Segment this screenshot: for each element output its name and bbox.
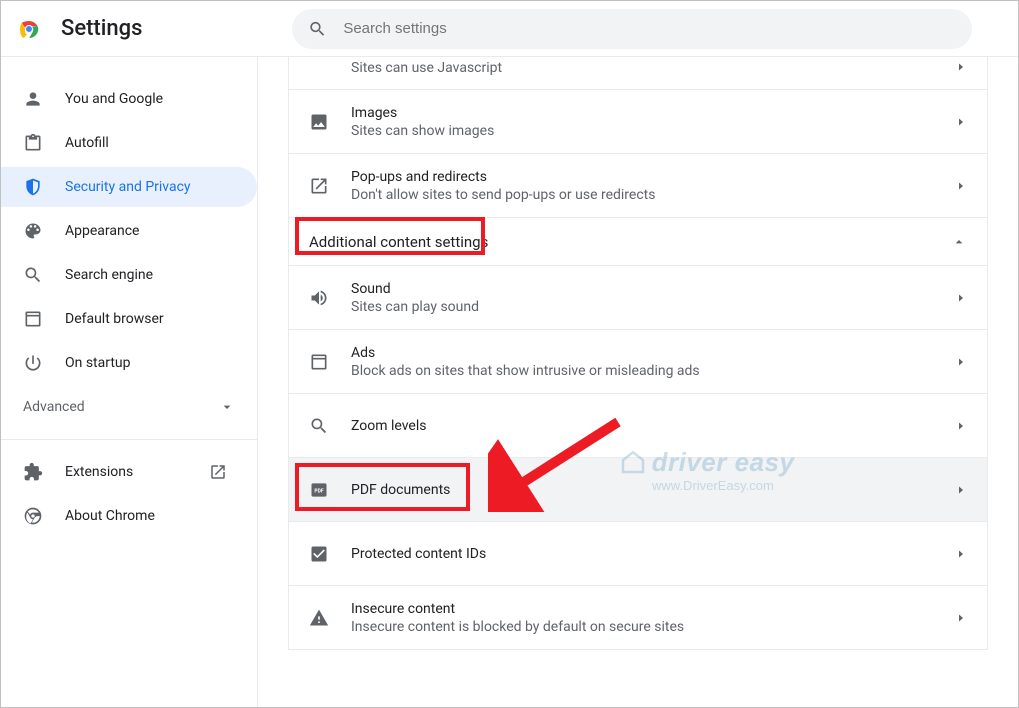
puzzle-icon [23, 462, 43, 482]
sidebar-item-extensions[interactable]: Extensions [1, 452, 257, 492]
chevron-right-icon [955, 612, 967, 624]
sidebar-item-label: Default browser [65, 311, 164, 327]
advanced-label: Advanced [23, 399, 85, 415]
row-javascript[interactable]: Sites can use Javascript [289, 57, 987, 89]
sidebar-item-label: Autofill [65, 135, 109, 151]
row-subtitle: Don't allow sites to send pop-ups or use… [351, 187, 955, 203]
row-zoom-levels[interactable]: Zoom levels [289, 393, 987, 457]
clipboard-icon [23, 133, 43, 153]
row-subtitle: Sites can use Javascript [351, 60, 955, 76]
row-sound[interactable]: Sound Sites can play sound [289, 265, 987, 329]
shield-icon [23, 177, 43, 197]
row-additional-content-settings[interactable]: Additional content settings [289, 217, 987, 265]
sidebar-item-search-engine[interactable]: Search engine [1, 255, 257, 295]
sidebar-item-label: On startup [65, 355, 131, 371]
chrome-logo-icon [17, 17, 41, 41]
sidebar: You and Google Autofill Security and Pri… [1, 57, 257, 707]
chevron-up-icon [951, 234, 967, 250]
browser-icon [23, 309, 43, 329]
person-icon [23, 89, 43, 109]
open-in-new-icon [209, 463, 227, 481]
palette-icon [23, 221, 43, 241]
chevron-right-icon [955, 420, 967, 432]
row-title: Zoom levels [351, 418, 955, 434]
chevron-right-icon [955, 116, 967, 128]
search-input[interactable] [343, 20, 956, 37]
sidebar-item-label: Search engine [65, 267, 153, 283]
row-subtitle: Block ads on sites that show intrusive o… [351, 363, 955, 379]
search-box[interactable] [292, 9, 972, 49]
sidebar-item-label: Extensions [65, 464, 133, 480]
sidebar-item-about-chrome[interactable]: About Chrome [1, 496, 257, 536]
chevron-right-icon [955, 356, 967, 368]
row-title: Insecure content [351, 601, 955, 617]
row-subtitle: Insecure content is blocked by default o… [351, 619, 955, 635]
sidebar-item-label: About Chrome [65, 508, 155, 524]
sidebar-item-label: Security and Privacy [65, 179, 191, 195]
row-popups[interactable]: Pop-ups and redirects Don't allow sites … [289, 153, 987, 217]
row-images[interactable]: Images Sites can show images [289, 89, 987, 153]
chevron-right-icon [955, 61, 967, 73]
row-protected-content[interactable]: Protected content IDs [289, 521, 987, 585]
chevron-right-icon [955, 180, 967, 192]
sidebar-item-you-and-google[interactable]: You and Google [1, 79, 257, 119]
search-icon [23, 265, 43, 285]
row-title: Sound [351, 281, 955, 297]
settings-panel: Sites can use Javascript Images Sites ca… [288, 57, 988, 650]
open-in-new-icon [309, 176, 329, 196]
sidebar-item-security-privacy[interactable]: Security and Privacy [1, 167, 257, 207]
sidebar-item-on-startup[interactable]: On startup [1, 343, 257, 383]
sidebar-item-label: You and Google [65, 91, 163, 107]
sidebar-item-autofill[interactable]: Autofill [1, 123, 257, 163]
sidebar-divider [1, 439, 257, 440]
power-icon [23, 353, 43, 373]
row-title: Images [351, 105, 955, 121]
row-pdf-documents[interactable]: PDF PDF documents [289, 457, 987, 521]
content-area: Sites can use Javascript Images Sites ca… [257, 57, 1018, 707]
checkbox-icon [309, 544, 329, 564]
chevron-right-icon [955, 292, 967, 304]
row-ads[interactable]: Ads Block ads on sites that show intrusi… [289, 329, 987, 393]
row-insecure-content[interactable]: Insecure content Insecure content is blo… [289, 585, 987, 649]
image-icon [309, 112, 329, 132]
sidebar-advanced-toggle[interactable]: Advanced [1, 387, 257, 427]
warning-icon [309, 608, 329, 628]
sound-icon [309, 288, 329, 308]
row-title: Protected content IDs [351, 546, 955, 562]
section-title: Additional content settings [309, 233, 951, 251]
sidebar-item-label: Appearance [65, 223, 139, 239]
pdf-icon: PDF [309, 480, 329, 500]
row-subtitle: Sites can show images [351, 123, 955, 139]
window-icon [309, 352, 329, 372]
row-title: Ads [351, 345, 955, 361]
chrome-outline-icon [23, 506, 43, 526]
chevron-down-icon [219, 399, 235, 415]
chevron-right-icon [955, 548, 967, 560]
search-icon [308, 19, 327, 39]
sidebar-item-default-browser[interactable]: Default browser [1, 299, 257, 339]
row-subtitle: Sites can play sound [351, 299, 955, 315]
sidebar-item-appearance[interactable]: Appearance [1, 211, 257, 251]
row-title: Pop-ups and redirects [351, 169, 955, 185]
chevron-right-icon [955, 484, 967, 496]
search-icon [309, 416, 329, 436]
svg-text:PDF: PDF [314, 488, 323, 494]
header: Settings [1, 1, 1018, 57]
page-title: Settings [61, 16, 142, 41]
row-title: PDF documents [351, 482, 955, 498]
